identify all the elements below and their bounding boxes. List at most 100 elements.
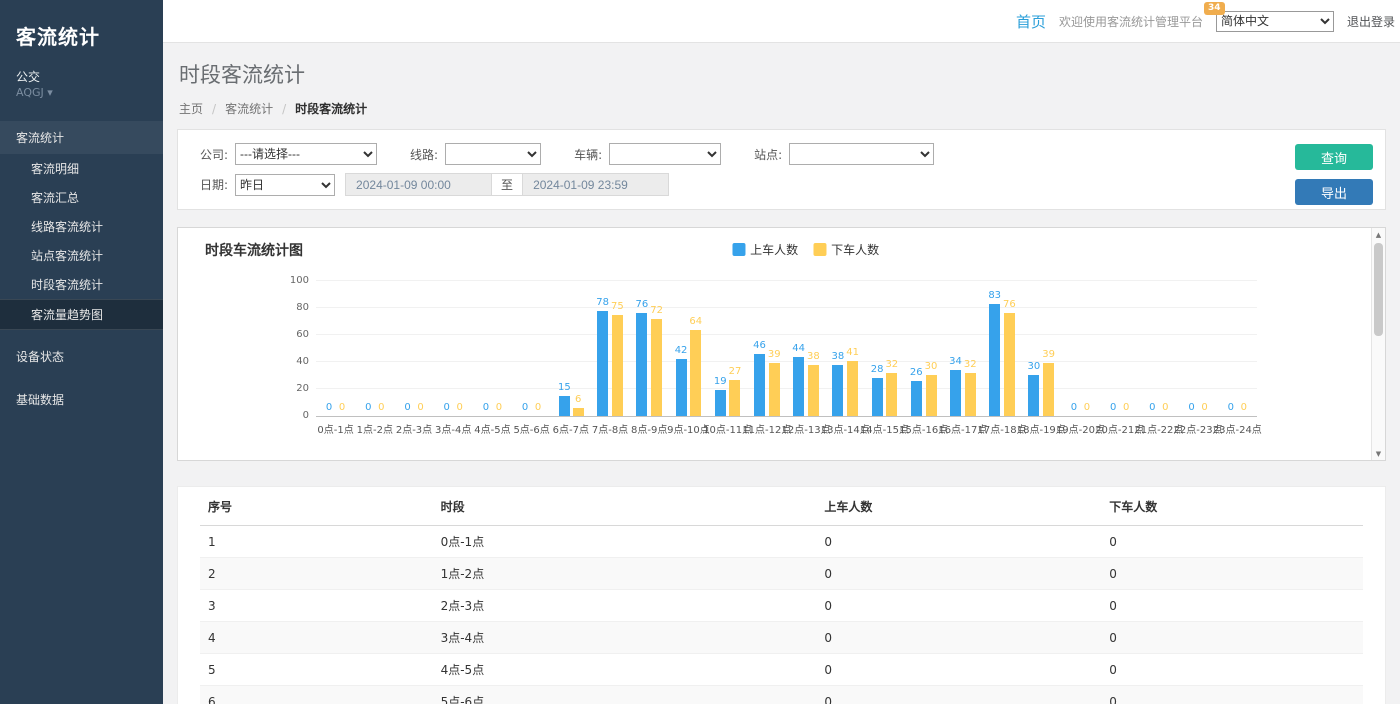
chart-title: 时段车流统计图	[205, 240, 303, 260]
bar-group: 42 64	[669, 317, 708, 416]
home-link[interactable]: 首页	[1016, 11, 1046, 32]
bar-group: 3432	[943, 357, 982, 416]
sidebar-item-period-flow-stats[interactable]: 时段客流统计	[0, 270, 163, 299]
scroll-down-arrow[interactable]: ▼	[1372, 447, 1385, 460]
bar-value-label: 72	[650, 306, 663, 316]
bar-value-label: 0	[1123, 403, 1129, 413]
bar	[808, 365, 819, 416]
scroll-thumb[interactable]	[1374, 243, 1383, 336]
start-date-input[interactable]	[345, 173, 492, 196]
bar-value-label: 0	[326, 403, 332, 413]
y-axis-label: 0	[303, 411, 309, 421]
bar-value-label: 30	[1028, 362, 1041, 372]
data-table: 序号 时段 上车人数 下车人数 10点-1点0021点-2点0032点-3点00…	[200, 487, 1363, 704]
chart-legend: 上车人数 下车人数	[732, 241, 879, 258]
line-label: 线路:	[410, 146, 438, 163]
bar-value-label: 44	[792, 344, 805, 354]
bar-value-label: 64	[689, 317, 702, 327]
sidebar-item-passenger-flow-stats[interactable]: 客流统计	[0, 121, 163, 154]
bar-value-label: 0	[1110, 403, 1116, 413]
vehicle-select[interactable]	[609, 143, 721, 165]
bar-value-label: 0	[1228, 403, 1234, 413]
breadcrumb-link[interactable]: 客流统计	[225, 100, 273, 117]
bar	[926, 375, 937, 416]
org-switcher[interactable]: AQGJ ▾	[0, 86, 163, 113]
bar-value-label: 28	[871, 365, 884, 375]
bar-value-label: 0	[1201, 403, 1207, 413]
legend-label: 上车人数	[750, 241, 798, 258]
notification-badge: 34	[1204, 2, 1225, 15]
station-select[interactable]	[789, 143, 934, 165]
date-preset-select[interactable]: 昨日	[235, 174, 335, 196]
sidebar-item-route-flow-stats[interactable]: 线路客流统计	[0, 212, 163, 241]
bar-value-label: 30	[925, 362, 938, 372]
bar-value-label: 38	[807, 352, 820, 362]
sidebar-item-flow-trend-chart[interactable]: 客流量趋势图	[0, 299, 163, 330]
chart-bars: 0000000000001567875767242641927463944383…	[316, 282, 1257, 416]
bar-group: 1927	[708, 367, 747, 416]
bar-value-label: 83	[988, 291, 1001, 301]
table-cell: 0	[1101, 622, 1363, 654]
bar-value-label: 0	[1188, 403, 1194, 413]
org-name: 公交	[0, 66, 163, 86]
bar	[1028, 375, 1039, 416]
breadcrumb: 主页/客流统计/时段客流统计	[179, 100, 1384, 117]
legend-item[interactable]: 上车人数	[732, 241, 798, 258]
col-header-period: 时段	[433, 487, 817, 526]
sidebar-item-flow-summary[interactable]: 客流汇总	[0, 183, 163, 212]
bar-value-label: 0	[339, 403, 345, 413]
table-row: 32点-3点00	[200, 590, 1363, 622]
bar	[989, 304, 1000, 416]
bar-value-label: 0	[522, 403, 528, 413]
logout-link[interactable]: 退出登录	[1347, 13, 1395, 30]
bar-value-label: 26	[910, 368, 923, 378]
bar-value-label: 0	[457, 403, 463, 413]
sidebar-item-flow-detail[interactable]: 客流明细	[0, 154, 163, 183]
bar-value-label: 32	[885, 360, 898, 370]
bar	[559, 396, 570, 416]
bar-value-label: 0	[404, 403, 410, 413]
language-select[interactable]: 简体中文	[1216, 11, 1334, 32]
legend-label: 下车人数	[831, 241, 879, 258]
bar-group: 7672	[630, 300, 669, 416]
app-title: 客流统计	[0, 0, 163, 66]
language-select-wrap: 34 简体中文	[1216, 10, 1334, 32]
bar	[793, 357, 804, 416]
chart-scrollbar[interactable]: ▲ ▼	[1371, 228, 1385, 460]
bar-value-label: 41	[846, 348, 859, 358]
bar-value-label: 78	[596, 298, 609, 308]
bar-value-label: 76	[635, 300, 648, 310]
bar-value-label: 0	[483, 403, 489, 413]
gridline	[316, 280, 1257, 281]
bar-value-label: 42	[675, 346, 688, 356]
end-date-input[interactable]	[522, 173, 669, 196]
breadcrumb-link[interactable]: 主页	[179, 100, 203, 117]
filter-buttons: 查询 导出	[1295, 144, 1373, 205]
y-axis-label: 20	[296, 384, 309, 394]
table-cell: 0	[816, 558, 1101, 590]
bar-group: 4438	[786, 344, 825, 416]
legend-item[interactable]: 下车人数	[813, 241, 879, 258]
sidebar-item-station-flow-stats[interactable]: 站点客流统计	[0, 241, 163, 270]
topbar: 首页 欢迎使用客流统计管理平台 34 简体中文 退出登录	[163, 0, 1400, 43]
bar-value-label: 15	[558, 383, 571, 393]
bar-group: 00	[1100, 403, 1139, 416]
query-button[interactable]: 查询	[1295, 144, 1373, 170]
export-button[interactable]: 导出	[1295, 179, 1373, 205]
company-label: 公司:	[200, 146, 228, 163]
y-axis-label: 60	[296, 330, 309, 340]
bar-group: 00	[316, 403, 355, 416]
bar	[965, 373, 976, 416]
company-select[interactable]: ---请选择---	[235, 143, 377, 165]
bar-group: 00	[473, 403, 512, 416]
bar	[1043, 363, 1054, 416]
sidebar-item-base-data[interactable]: 基础数据	[0, 383, 163, 416]
bar	[597, 311, 608, 416]
bar-value-label: 76	[1003, 300, 1016, 310]
table-cell: 5	[200, 654, 433, 686]
bar	[769, 363, 780, 416]
sidebar-item-device-status[interactable]: 设备状态	[0, 340, 163, 373]
line-select[interactable]	[445, 143, 541, 165]
bar-group: 3039	[1022, 350, 1061, 416]
scroll-up-arrow[interactable]: ▲	[1372, 228, 1385, 241]
